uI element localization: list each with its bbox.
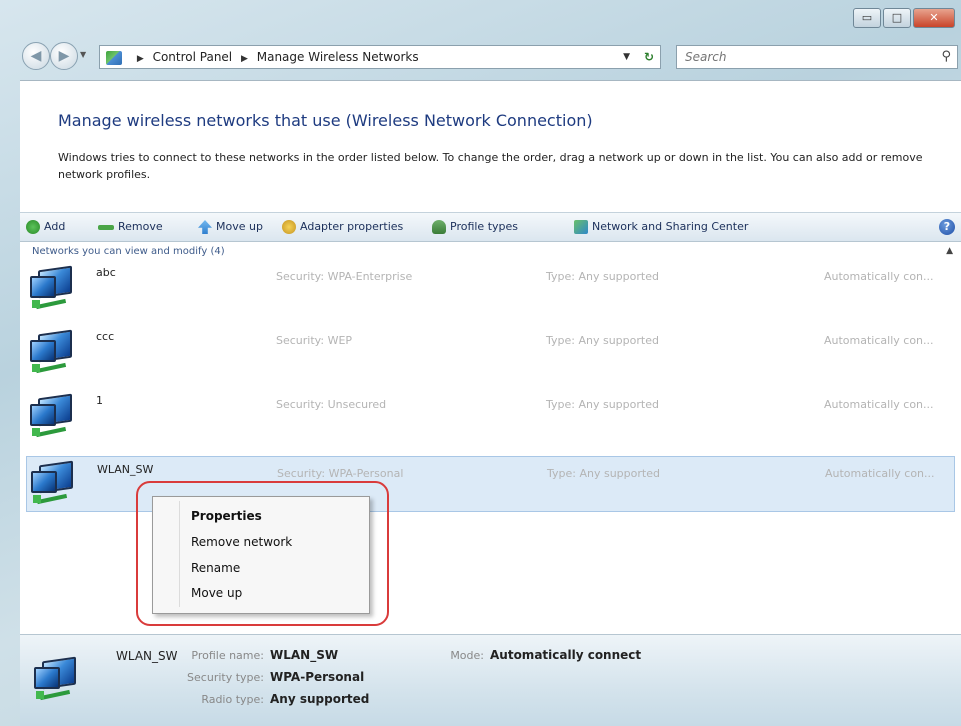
wireless-network-icon <box>34 656 82 701</box>
navigation-bar: ◀ ▶ ▼ ▶ Control Panel ▶ Manage Wireless … <box>0 40 961 76</box>
up-arrow-icon <box>198 220 212 234</box>
menu-item-remove-network[interactable]: Remove network <box>191 535 292 549</box>
network-sharing-label: Network and Sharing Center <box>592 220 749 233</box>
breadcrumb-separator-icon[interactable]: ▶ <box>241 54 248 64</box>
window-controls: ▭ □ ✕ <box>851 8 955 28</box>
profile-name-label: Profile name: <box>191 649 264 662</box>
group-header[interactable]: Networks you can view and modify (4) <box>32 246 225 257</box>
profile-types-button[interactable]: Profile types <box>432 213 518 241</box>
network-name: abc <box>96 266 116 279</box>
network-icon <box>574 220 588 234</box>
network-mode: Automatically con... <box>824 334 934 347</box>
breadcrumb-separator-icon[interactable]: ▶ <box>137 54 144 64</box>
forward-arrow-icon: ▶ <box>58 48 70 64</box>
page-title: Manage wireless networks that use (Wirel… <box>58 111 593 130</box>
close-button[interactable]: ✕ <box>913 8 955 28</box>
search-box[interactable]: ⚲ <box>676 45 958 69</box>
move-up-button[interactable]: Move up <box>198 213 263 241</box>
network-row-1[interactable]: 1 Security: Unsecured Type: Any supporte… <box>26 388 955 444</box>
network-row-ccc[interactable]: ccc Security: WEP Type: Any supported Au… <box>26 324 955 380</box>
adapter-properties-button[interactable]: Adapter properties <box>282 213 403 241</box>
add-icon <box>26 220 40 234</box>
mode-value: Automatically connect <box>490 648 642 662</box>
search-icon[interactable]: ⚲ <box>941 46 951 68</box>
menu-separator <box>179 501 180 607</box>
profile-name-value: WLAN_SW <box>270 648 339 662</box>
command-bar: Add Remove Move up Adapter properties Pr… <box>20 212 961 242</box>
collapse-chevron-icon[interactable]: ▲ <box>946 246 953 256</box>
remove-icon <box>98 224 114 230</box>
details-network-name: WLAN_SW <box>116 649 178 663</box>
back-button[interactable]: ◀ <box>22 42 50 70</box>
remove-label: Remove <box>118 220 163 233</box>
network-mode: Automatically con... <box>824 398 934 411</box>
network-sharing-center-button[interactable]: Network and Sharing Center <box>574 213 748 241</box>
add-label: Add <box>44 220 66 233</box>
adapter-icon <box>282 220 296 234</box>
network-security: Security: WEP <box>276 334 353 347</box>
network-type: Type: Any supported <box>546 270 659 283</box>
address-dropdown-icon[interactable]: ▼ <box>623 46 630 68</box>
details-pane: WLAN_SW Profile name: WLAN_SW Security t… <box>20 634 961 726</box>
control-panel-icon <box>106 50 122 65</box>
network-security: Security: Unsecured <box>276 398 387 411</box>
network-security: Security: WPA-Enterprise <box>276 270 413 283</box>
wireless-network-icon <box>31 460 79 505</box>
network-type: Type: Any supported <box>546 334 659 347</box>
network-security: Security: WPA-Personal <box>277 467 404 480</box>
network-name: 1 <box>96 394 103 407</box>
radio-type-value: Any supported <box>270 692 370 706</box>
window-frame: ▭ □ ✕ ◀ ▶ ▼ ▶ Control Panel ▶ Manage Wir… <box>0 0 961 726</box>
network-type: Type: Any supported <box>547 467 660 480</box>
help-icon[interactable]: ? <box>939 219 955 235</box>
minimize-button[interactable]: ▭ <box>853 8 881 28</box>
network-name: WLAN_SW <box>97 463 154 476</box>
network-mode: Automatically con... <box>824 270 934 283</box>
forward-button[interactable]: ▶ <box>50 42 78 70</box>
address-bar[interactable]: ▶ Control Panel ▶ Manage Wireless Networ… <box>99 45 661 69</box>
network-row-abc[interactable]: abc Security: WPA-Enterprise Type: Any s… <box>26 260 955 316</box>
page-description: Windows tries to connect to these networ… <box>58 151 923 181</box>
menu-item-properties[interactable]: Properties <box>191 509 262 523</box>
radio-type-label: Radio type: <box>201 693 264 706</box>
profile-types-label: Profile types <box>450 220 519 233</box>
search-input[interactable] <box>683 49 927 65</box>
wireless-network-icon <box>30 393 78 438</box>
wireless-network-icon <box>30 329 78 374</box>
menu-item-move-up[interactable]: Move up <box>191 586 242 600</box>
wireless-network-icon <box>30 265 78 310</box>
context-menu: Properties Remove network Rename Move up <box>152 496 370 614</box>
add-button[interactable]: Add <box>26 213 65 241</box>
breadcrumb-manage-wireless-networks[interactable]: Manage Wireless Networks <box>257 50 419 64</box>
move-up-label: Move up <box>216 220 263 233</box>
network-type: Type: Any supported <box>546 398 659 411</box>
refresh-icon[interactable]: ↻ <box>644 46 654 68</box>
remove-button[interactable]: Remove <box>98 213 163 241</box>
recent-pages-dropdown[interactable]: ▼ <box>80 50 86 59</box>
back-arrow-icon: ◀ <box>30 48 42 64</box>
adapter-properties-label: Adapter properties <box>300 220 404 233</box>
profile-icon <box>432 220 446 234</box>
security-type-value: WPA-Personal <box>270 670 365 684</box>
menu-item-rename[interactable]: Rename <box>191 561 240 575</box>
maximize-button[interactable]: □ <box>883 8 911 28</box>
network-mode: Automatically con... <box>825 467 935 480</box>
breadcrumb-control-panel[interactable]: Control Panel <box>153 50 233 64</box>
security-type-label: Security type: <box>187 671 264 684</box>
network-name: ccc <box>96 330 115 343</box>
mode-label: Mode: <box>450 649 484 662</box>
